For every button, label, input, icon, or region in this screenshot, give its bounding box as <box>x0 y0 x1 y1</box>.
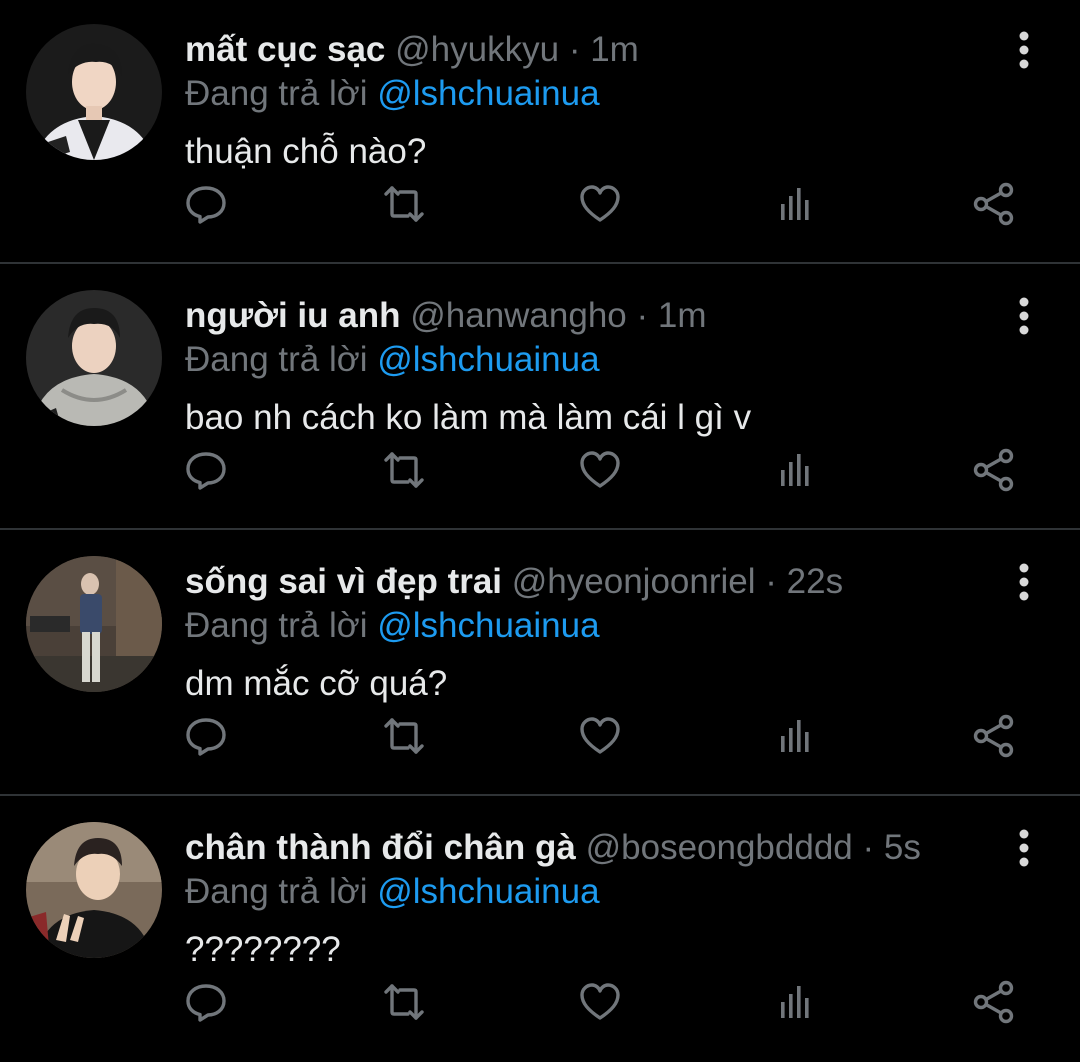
share-icon <box>973 714 1014 758</box>
separator-dot: · <box>636 296 649 335</box>
views-icon <box>781 720 809 752</box>
retweet-button[interactable] <box>378 444 430 496</box>
avatar[interactable] <box>26 290 162 426</box>
mention-link[interactable]: @lshchuainua <box>377 74 599 113</box>
tweet[interactable]: sống sai vì đẹp trai @hyeonjoonriel · 22… <box>0 532 1080 796</box>
like-button[interactable] <box>574 710 626 762</box>
tweet-text: thuận chỗ nào? <box>185 132 427 171</box>
reply-icon <box>186 452 226 490</box>
reply-icon <box>186 186 226 224</box>
retweet-icon <box>384 452 424 488</box>
mention-link[interactable]: @lshchuainua <box>377 340 599 379</box>
views-button[interactable] <box>771 710 823 762</box>
avatar[interactable] <box>26 556 162 692</box>
more-options-icon[interactable] <box>1008 828 1040 868</box>
views-icon <box>781 454 809 486</box>
share-button[interactable] <box>968 976 1020 1028</box>
views-icon <box>781 986 809 1018</box>
separator-dot: · <box>765 562 777 601</box>
replying-to: Đang trả lời @lshchuainua <box>185 870 600 914</box>
user-handle[interactable]: @hyukkyu <box>395 30 559 69</box>
views-button[interactable] <box>771 976 823 1028</box>
reply-icon <box>186 718 226 756</box>
retweet-icon <box>384 186 424 222</box>
reply-button[interactable] <box>180 444 232 496</box>
mention-link[interactable]: @lshchuainua <box>377 606 599 645</box>
tweet-header: sống sai vì đẹp trai @hyeonjoonriel · 22… <box>185 560 843 604</box>
like-icon <box>580 185 620 222</box>
reply-feed: mất cục sạc @hyukkyu · 1m Đang trả lời @… <box>0 0 1080 1054</box>
replying-to: Đang trả lời @lshchuainua <box>185 72 600 116</box>
avatar[interactable] <box>26 24 162 160</box>
like-button[interactable] <box>574 178 626 230</box>
tweet-header: người iu anh @hanwangho · 1m <box>185 294 707 338</box>
views-button[interactable] <box>771 444 823 496</box>
timestamp[interactable]: 1m <box>658 296 707 335</box>
like-icon <box>580 717 620 754</box>
replying-to-label: Đang trả lời <box>185 340 368 379</box>
replying-to-label: Đang trả lời <box>185 74 368 113</box>
like-button[interactable] <box>574 976 626 1028</box>
tweet[interactable]: người iu anh @hanwangho · 1m Đang trả lờ… <box>0 266 1080 530</box>
retweet-icon <box>384 984 424 1020</box>
reply-button[interactable] <box>180 710 232 762</box>
reply-button[interactable] <box>180 976 232 1028</box>
tweet[interactable]: chân thành đổi chân gà @boseongbdddd · 5… <box>0 798 1080 1062</box>
retweet-button[interactable] <box>378 178 430 230</box>
more-options-icon[interactable] <box>1008 562 1040 602</box>
replying-to: Đang trả lời @lshchuainua <box>185 338 600 382</box>
more-options-icon[interactable] <box>1008 296 1040 336</box>
display-name[interactable]: chân thành đổi chân gà <box>185 828 576 867</box>
reply-icon <box>186 984 226 1022</box>
more-options-icon[interactable] <box>1008 30 1040 70</box>
action-bar <box>0 710 1080 766</box>
separator-dot: · <box>862 828 875 867</box>
share-button[interactable] <box>968 710 1020 762</box>
tweet-text: ???????? <box>185 930 341 969</box>
replying-to-label: Đang trả lời <box>185 872 368 911</box>
share-button[interactable] <box>968 444 1020 496</box>
retweet-icon <box>384 718 424 754</box>
user-handle[interactable]: @boseongbdddd <box>586 828 853 867</box>
display-name[interactable]: mất cục sạc <box>185 30 385 69</box>
like-icon <box>580 451 620 488</box>
timestamp[interactable]: 5s <box>884 828 921 867</box>
like-button[interactable] <box>574 444 626 496</box>
replying-to: Đang trả lời @lshchuainua <box>185 604 600 648</box>
like-icon <box>580 983 620 1020</box>
avatar[interactable] <box>26 822 162 958</box>
tweet-text: dm mắc cỡ quá? <box>185 664 448 703</box>
user-handle[interactable]: @hyeonjoonriel <box>512 562 756 601</box>
tweet-header: chân thành đổi chân gà @boseongbdddd · 5… <box>185 826 921 870</box>
tweet[interactable]: mất cục sạc @hyukkyu · 1m Đang trả lời @… <box>0 0 1080 264</box>
mention-link[interactable]: @lshchuainua <box>377 872 599 911</box>
share-icon <box>973 980 1014 1024</box>
share-button[interactable] <box>968 178 1020 230</box>
replying-to-label: Đang trả lời <box>185 606 368 645</box>
tweet-header: mất cục sạc @hyukkyu · 1m <box>185 28 639 72</box>
action-bar <box>0 178 1080 234</box>
timestamp[interactable]: 22s <box>787 562 843 601</box>
reply-button[interactable] <box>180 178 232 230</box>
share-icon <box>973 182 1014 226</box>
user-handle[interactable]: @hanwangho <box>410 296 627 335</box>
share-icon <box>973 448 1014 492</box>
timestamp[interactable]: 1m <box>590 30 639 69</box>
retweet-button[interactable] <box>378 976 430 1028</box>
retweet-button[interactable] <box>378 710 430 762</box>
separator-dot: · <box>568 30 581 69</box>
views-icon <box>781 188 809 220</box>
display-name[interactable]: người iu anh <box>185 296 401 335</box>
action-bar <box>0 444 1080 500</box>
tweet-text: bao nh cách ko làm mà làm cái l gì v <box>185 398 752 437</box>
views-button[interactable] <box>771 178 823 230</box>
display-name[interactable]: sống sai vì đẹp trai <box>185 562 502 601</box>
action-bar <box>0 976 1080 1032</box>
